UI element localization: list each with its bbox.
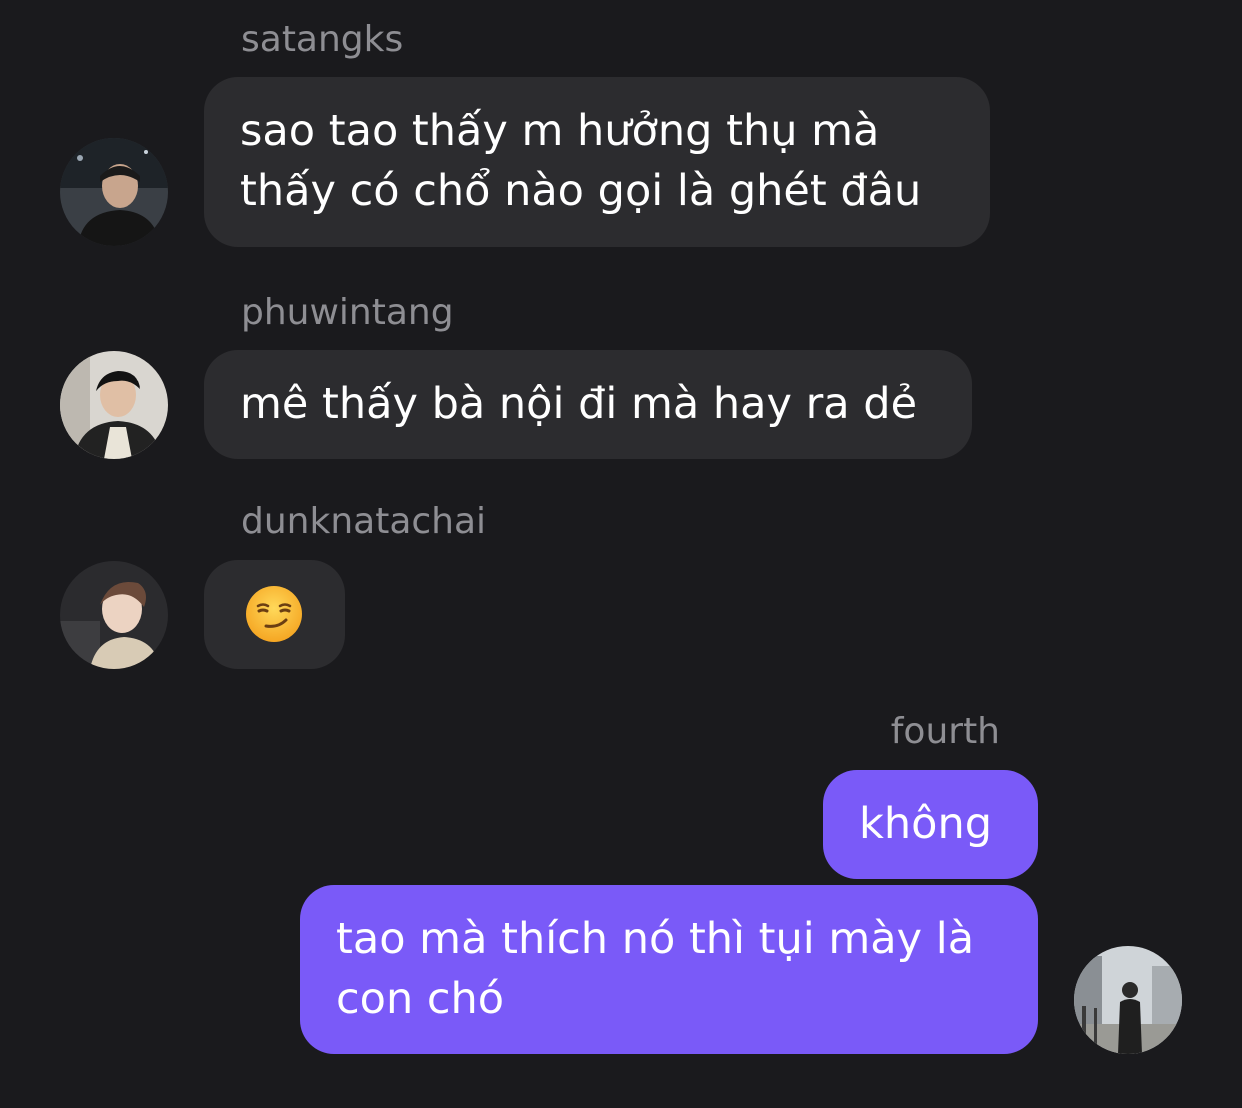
profile-photo-icon	[60, 561, 168, 669]
smirking-face-emoji-icon	[246, 586, 302, 642]
sender-name-satangks: satangks	[241, 19, 404, 60]
profile-photo-icon	[1074, 946, 1182, 1054]
sender-name-fourth: fourth	[890, 711, 1000, 752]
sender-name-phuwintang: phuwintang	[241, 292, 454, 333]
message-text-line: thấy có chổ nào gọi là ghét đâu	[240, 166, 922, 216]
message-bubble-dunknatachai[interactable]	[204, 560, 345, 669]
avatar-phuwintang[interactable]	[60, 351, 168, 459]
message-text-line: con chó	[336, 974, 505, 1024]
profile-photo-icon	[60, 138, 168, 246]
message-bubble-fourth-1[interactable]: không	[823, 770, 1038, 879]
profile-photo-icon	[60, 351, 168, 459]
avatar-satangks[interactable]	[60, 138, 168, 246]
message-bubble-phuwintang[interactable]: mê thấy bà nội đi mà hay ra dẻ	[204, 350, 972, 459]
message-text-line: không	[859, 799, 993, 849]
message-bubble-fourth-2[interactable]: tao mà thích nó thì tụi mày là con chó	[300, 885, 1038, 1054]
message-text-line: tao mà thích nó thì tụi mày là	[336, 914, 975, 964]
avatar-fourth[interactable]	[1074, 946, 1182, 1054]
message-text-line: sao tao thấy m hưởng thụ mà	[240, 106, 880, 156]
sender-name-dunknatachai: dunknatachai	[241, 501, 487, 542]
avatar-dunknatachai[interactable]	[60, 561, 168, 669]
message-bubble-satangks[interactable]: sao tao thấy m hưởng thụ mà thấy có chổ …	[204, 77, 990, 247]
message-text-line: mê thấy bà nội đi mà hay ra dẻ	[240, 379, 918, 429]
